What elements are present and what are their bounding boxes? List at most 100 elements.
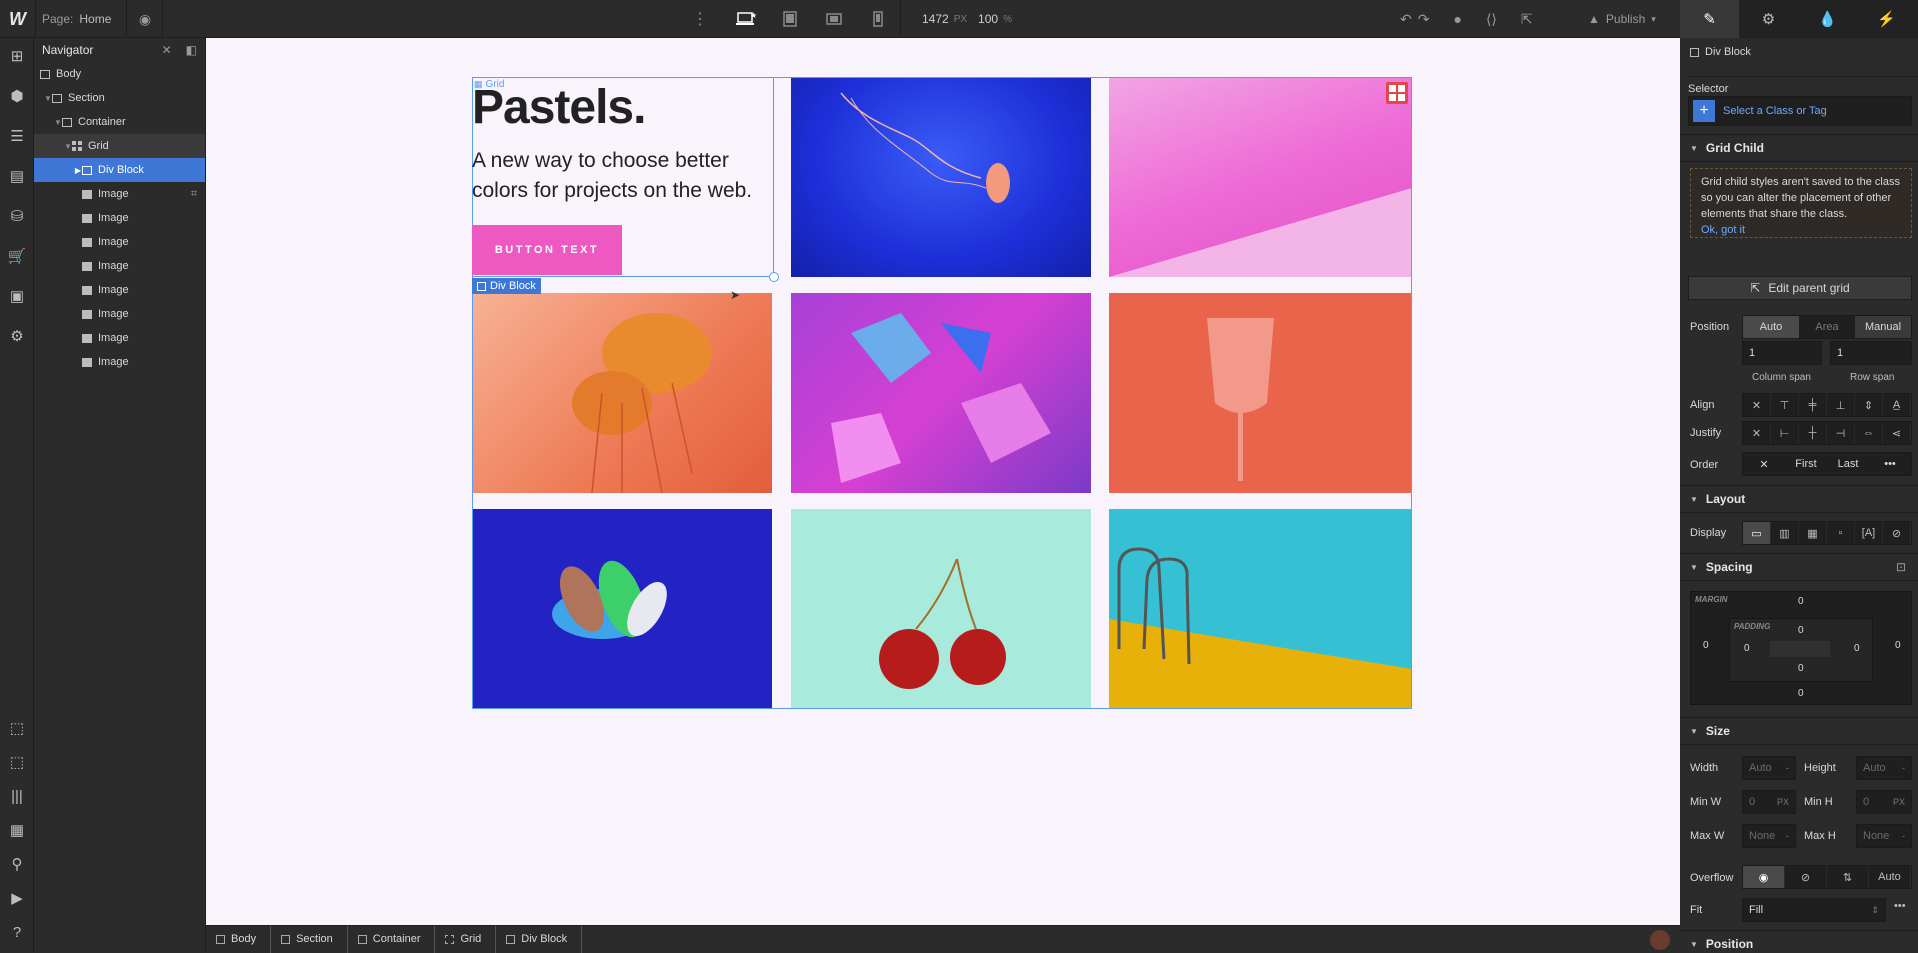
preview-select-icon[interactable]: ⬚: [0, 748, 34, 776]
display-inline-block-icon[interactable]: ▫: [1827, 522, 1855, 544]
interactions-bolt-icon[interactable]: ⚡: [1857, 0, 1916, 38]
nav-item-body[interactable]: Body: [34, 62, 205, 86]
justify-center-icon[interactable]: ┼: [1799, 422, 1827, 444]
undo-icon[interactable]: ↶: [1400, 11, 1412, 28]
cms-icon[interactable]: ⛁: [0, 202, 34, 230]
settings-gear-icon[interactable]: ⚙: [1739, 0, 1798, 38]
overflow-auto[interactable]: Auto: [1869, 866, 1911, 888]
navigator-icon[interactable]: ☰: [0, 122, 34, 150]
min-width-input[interactable]: 0 PX: [1742, 790, 1796, 814]
order-last[interactable]: Last: [1827, 453, 1869, 475]
tagline-paragraph[interactable]: A new way to choose better colors for pr…: [472, 146, 772, 206]
nav-item-image[interactable]: Image: [34, 326, 205, 350]
breadcrumb-container[interactable]: Container: [348, 925, 436, 953]
expand-caret-icon[interactable]: ▼: [44, 94, 52, 103]
canvas-width[interactable]: 1472: [922, 12, 949, 26]
nav-item-image[interactable]: Image: [34, 230, 205, 254]
align-none-icon[interactable]: ✕: [1743, 394, 1771, 416]
section-grid-child[interactable]: ▼ Grid Child: [1680, 134, 1918, 162]
grid-overlay-icon[interactable]: |||: [0, 782, 34, 810]
overflow-visible-eye-icon[interactable]: ◉: [1743, 866, 1785, 888]
grid-position-icon[interactable]: ⌗: [191, 188, 197, 201]
collapse-icon[interactable]: ✕: [162, 43, 172, 57]
align-center-icon[interactable]: ╪: [1799, 394, 1827, 416]
nav-item-image[interactable]: Image: [34, 206, 205, 230]
ecommerce-cart-icon[interactable]: 🛒: [0, 242, 34, 270]
nav-item-image[interactable]: Image ⌗: [34, 182, 205, 206]
margin-top[interactable]: 0: [1798, 596, 1804, 607]
settings-icon[interactable]: ⚙: [0, 322, 34, 350]
grid-edit-badge-icon[interactable]: [1386, 82, 1408, 104]
assets-icon[interactable]: ▣: [0, 282, 34, 310]
breadcrumb-div-block[interactable]: Div Block: [496, 925, 583, 953]
position-auto[interactable]: Auto: [1743, 316, 1799, 338]
order-first[interactable]: First: [1785, 453, 1827, 475]
justify-start-icon[interactable]: ⊢: [1771, 422, 1799, 444]
section-position[interactable]: ▼ Position: [1680, 930, 1918, 952]
align-end-icon[interactable]: ⊥: [1827, 394, 1855, 416]
min-height-input[interactable]: 0 PX: [1856, 790, 1912, 814]
nav-item-div-block[interactable]: ▶ Div Block: [34, 158, 205, 182]
row-span-input[interactable]: 1: [1830, 341, 1912, 365]
style-brush-icon[interactable]: ✎: [1680, 0, 1739, 38]
nav-item-section[interactable]: ▼ Section: [34, 86, 205, 110]
nav-item-image[interactable]: Image: [34, 302, 205, 326]
position-area[interactable]: Area: [1799, 316, 1855, 338]
nav-item-image[interactable]: Image: [34, 350, 205, 374]
overflow-hidden-icon[interactable]: ⊘: [1785, 866, 1827, 888]
add-panel-icon[interactable]: ⊞: [0, 42, 34, 70]
mobile-portrait-icon[interactable]: [864, 0, 892, 38]
justify-baseline-icon[interactable]: ⋖: [1883, 422, 1911, 444]
avatar[interactable]: [1650, 930, 1670, 950]
nav-item-container[interactable]: ▼ Container: [34, 110, 205, 134]
style-manager-drops-icon[interactable]: 💧: [1798, 0, 1857, 38]
align-start-icon[interactable]: ⊤: [1771, 394, 1799, 416]
spacing-expand-icon[interactable]: ⊡: [1896, 560, 1906, 574]
nav-item-image[interactable]: Image: [34, 278, 205, 302]
margin-right[interactable]: 0: [1895, 640, 1901, 651]
comments-icon[interactable]: ●: [1453, 11, 1461, 27]
section-size[interactable]: ▼ Size: [1680, 717, 1918, 745]
align-stretch-icon[interactable]: ⇕: [1855, 394, 1883, 416]
width-input[interactable]: Auto -: [1742, 756, 1796, 780]
resize-handle[interactable]: [769, 272, 779, 282]
video-tutorials-icon[interactable]: ▶: [0, 884, 34, 912]
display-block-icon[interactable]: ▭: [1743, 522, 1771, 544]
display-grid-icon[interactable]: ▦: [1799, 522, 1827, 544]
div-block-label[interactable]: Div Block: [472, 278, 541, 294]
position-manual[interactable]: Manual: [1855, 316, 1911, 338]
padding-left[interactable]: 0: [1744, 643, 1750, 654]
align-baseline-icon[interactable]: A̲: [1883, 394, 1911, 416]
redo-icon[interactable]: ↷: [1418, 11, 1430, 28]
more-dots-icon[interactable]: ⋮: [692, 0, 708, 38]
padding-top[interactable]: 0: [1798, 625, 1804, 636]
fit-more-icon[interactable]: •••: [1894, 900, 1906, 912]
breadcrumb-body[interactable]: Body: [206, 925, 272, 953]
cta-button[interactable]: BUTTON TEXT: [472, 225, 622, 275]
publish-button[interactable]: ▲ Publish ▾: [1588, 0, 1656, 38]
column-span-input[interactable]: 1: [1742, 341, 1822, 365]
justify-none-icon[interactable]: ✕: [1743, 422, 1771, 444]
search-icon[interactable]: ⚲: [0, 850, 34, 878]
breadcrumb-grid[interactable]: Grid: [435, 925, 497, 953]
expand-caret-icon[interactable]: ▼: [54, 118, 62, 127]
expand-caret-icon[interactable]: ▶: [74, 166, 82, 175]
justify-end-icon[interactable]: ⊣: [1827, 422, 1855, 444]
breadcrumb-section[interactable]: Section: [271, 925, 348, 953]
edit-parent-grid-button[interactable]: ⇱ Edit parent grid: [1688, 276, 1912, 300]
justify-stretch-icon[interactable]: ⇔: [1855, 422, 1883, 444]
mobile-landscape-icon[interactable]: [820, 0, 848, 38]
select-tool-icon[interactable]: ⬚: [0, 714, 34, 742]
fit-select[interactable]: Fill ⇕: [1742, 898, 1886, 922]
code-icon[interactable]: ⟨⟩: [1486, 11, 1497, 28]
dock-icon[interactable]: ◧: [186, 43, 197, 57]
display-none-icon[interactable]: ⊘: [1883, 522, 1911, 544]
display-flex-icon[interactable]: ▥: [1771, 522, 1799, 544]
selector-input[interactable]: + Select a Class or Tag: [1688, 96, 1912, 126]
help-icon[interactable]: ?: [0, 918, 34, 946]
expand-caret-icon[interactable]: ▼: [64, 142, 72, 151]
overflow-scroll-icon[interactable]: ⇅: [1827, 866, 1869, 888]
section-layout[interactable]: ▼ Layout: [1680, 485, 1918, 513]
notice-dismiss-link[interactable]: Ok, got it: [1701, 224, 1745, 236]
nav-item-grid[interactable]: ▼ Grid: [34, 134, 205, 158]
